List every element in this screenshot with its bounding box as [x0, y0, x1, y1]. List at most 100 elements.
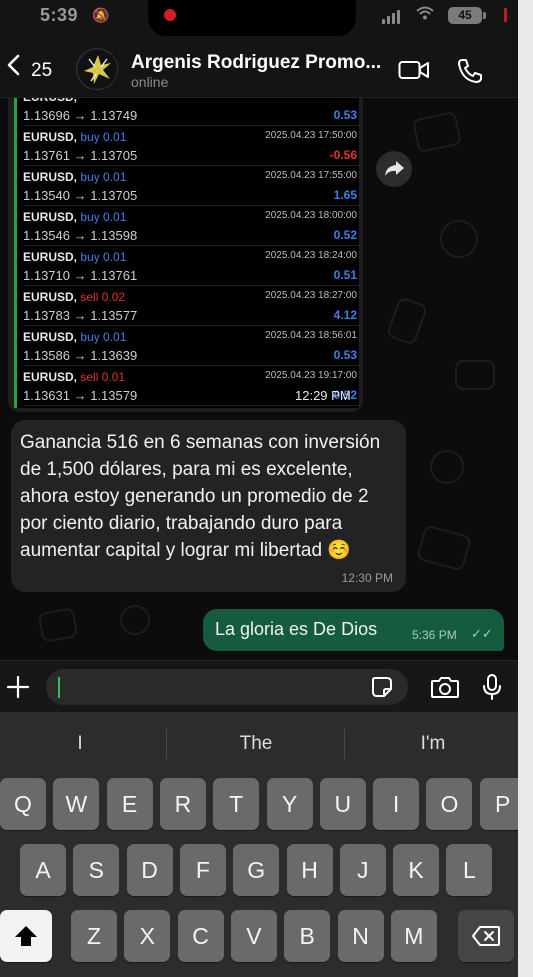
key-i[interactable]: I	[373, 778, 420, 830]
trade-profit: 4.12	[333, 308, 357, 322]
prediction-2[interactable]: The	[176, 733, 336, 755]
trade-date: 2025.04.23 18:00:00	[265, 210, 357, 221]
status-time: 5:39	[40, 5, 79, 25]
message-input-bar	[0, 660, 518, 712]
chevron-left-icon[interactable]	[6, 54, 20, 76]
trade-symbol: EURUSD, buy 0.01	[23, 250, 127, 264]
wallpaper-doodle	[416, 524, 472, 572]
key-v[interactable]: V	[230, 910, 277, 962]
message-time: 5:36 PM	[412, 628, 457, 642]
status-bar: 5:39 🔕 45	[0, 0, 518, 36]
message-text: Ganancia 516 en 6 semanas con inversión …	[20, 432, 381, 561]
key-s[interactable]: S	[73, 844, 120, 896]
read-receipt-icon: ✓✓	[471, 626, 493, 641]
forward-button[interactable]	[376, 151, 412, 187]
key-m[interactable]: M	[390, 910, 437, 962]
trade-date: 2025.04.23 17:55:00	[265, 170, 357, 181]
trade-date: 2025.04.23 19:17:00	[265, 370, 357, 381]
trade-profit: 0.52	[333, 228, 357, 242]
key-c[interactable]: C	[177, 910, 224, 962]
wallpaper-doodle	[430, 450, 464, 484]
trade-row: EURUSD, sell 0.012025	[23, 406, 359, 408]
message-time: 12:30 PM	[341, 571, 393, 585]
trade-date: 2025.04.23 18:27:00	[265, 290, 357, 301]
backspace-icon	[472, 926, 500, 946]
contact-name[interactable]: Argenis Rodriguez Promo...	[131, 52, 381, 74]
battery-level: 45	[448, 7, 482, 24]
wallpaper-doodle	[411, 110, 463, 154]
trade-direction: buy 0.01	[80, 330, 127, 344]
video-camera-icon[interactable]	[398, 60, 430, 80]
key-d[interactable]: D	[126, 844, 173, 896]
contact-status: online	[131, 74, 169, 90]
prediction-divider	[166, 729, 167, 759]
trade-prices: 1.13631 → 1.13579	[23, 388, 138, 403]
avatar[interactable]	[76, 48, 118, 90]
prediction-divider	[344, 729, 345, 759]
key-y[interactable]: Y	[266, 778, 313, 830]
image-message-bubble[interactable]: EURUSD, 1.13696 → 1.137490.53EURUSD, buy…	[8, 98, 363, 412]
key-q[interactable]: Q	[0, 778, 46, 830]
shift-key[interactable]	[0, 910, 52, 962]
key-w[interactable]: W	[53, 778, 100, 830]
plus-icon[interactable]	[6, 675, 30, 699]
trade-prices: 1.13546 → 1.13598	[23, 228, 138, 243]
shift-icon	[15, 926, 37, 946]
trade-profit: 1.65	[333, 188, 357, 202]
prediction-3[interactable]: I'm	[353, 733, 513, 755]
wallpaper-doodle	[385, 296, 429, 346]
wallpaper-doodle	[37, 607, 79, 643]
trade-row: EURUSD, buy 0.01 2025.04.23 17:55:00 1.135…	[23, 166, 359, 206]
trade-symbol: EURUSD, buy 0.01	[23, 210, 127, 224]
key-l[interactable]: L	[446, 844, 493, 896]
trade-direction: sell 0.02	[80, 290, 126, 304]
key-k[interactable]: K	[393, 844, 440, 896]
wallpaper-doodle	[120, 605, 150, 635]
key-f[interactable]: F	[179, 844, 226, 896]
key-z[interactable]: Z	[71, 910, 117, 962]
trade-row: EURUSD, buy 0.01 2025.04.23 17:50:00 1.137…	[23, 126, 359, 166]
trade-direction: sell 0.01	[80, 370, 126, 384]
back-unread-count[interactable]: 25	[31, 60, 52, 82]
key-o[interactable]: O	[426, 778, 473, 830]
incoming-message-bubble[interactable]: Ganancia 516 en 6 semanas con inversión …	[11, 420, 406, 592]
key-e[interactable]: E	[106, 778, 153, 830]
key-t[interactable]: T	[213, 778, 260, 830]
phone-icon[interactable]	[456, 58, 484, 84]
message-input[interactable]	[46, 669, 408, 705]
trade-prices: 1.13761 → 1.13705	[23, 148, 138, 163]
key-b[interactable]: B	[284, 910, 331, 962]
trade-symbol: EURUSD, buy 0.01	[23, 330, 127, 344]
trade-date: 2025.04.23 18:24:00	[265, 250, 357, 261]
key-p[interactable]: P	[479, 778, 518, 830]
microphone-icon[interactable]	[482, 673, 502, 701]
trade-direction: buy 0.01	[80, 250, 127, 264]
trade-profit: -0.56	[329, 148, 357, 162]
key-j[interactable]: J	[339, 844, 386, 896]
wifi-icon	[416, 5, 434, 25]
key-h[interactable]: H	[286, 844, 333, 896]
trade-date: 2025.04.23 18:56:01	[265, 330, 357, 341]
key-x[interactable]: X	[124, 910, 171, 962]
sticker-icon[interactable]	[371, 676, 393, 698]
trade-history-screenshot: EURUSD, 1.13696 → 1.137490.53EURUSD, buy…	[14, 98, 359, 408]
keyboard: I The I'm QWERTYUIOPASDFGHJKLZXCVBNM	[0, 712, 518, 977]
key-a[interactable]: A	[20, 844, 66, 896]
key-r[interactable]: R	[159, 778, 206, 830]
trade-symbol: EURUSD, sell 0.02	[23, 290, 126, 304]
trade-prices: 1.13783 → 1.13577	[23, 308, 138, 323]
key-n[interactable]: N	[337, 910, 384, 962]
camera-icon[interactable]	[430, 675, 460, 699]
trade-direction: buy 0.01	[80, 210, 127, 224]
trade-profit: 0.53	[333, 108, 357, 122]
trade-row: EURUSD, 1.13696 → 1.13749 0.53	[23, 98, 359, 126]
trade-direction: buy 0.01	[80, 170, 127, 184]
recording-indicator	[504, 8, 507, 22]
wallpaper-doodle	[455, 360, 495, 390]
prediction-1[interactable]: I	[0, 733, 160, 755]
key-u[interactable]: U	[319, 778, 366, 830]
key-g[interactable]: G	[233, 844, 280, 896]
delete-key[interactable]	[458, 910, 514, 962]
outgoing-message-bubble[interactable]: La gloria es De Dios 5:36 PM ✓✓	[203, 609, 504, 651]
chat-header: 25 Argenis Rodriguez Promo... online	[0, 36, 518, 98]
